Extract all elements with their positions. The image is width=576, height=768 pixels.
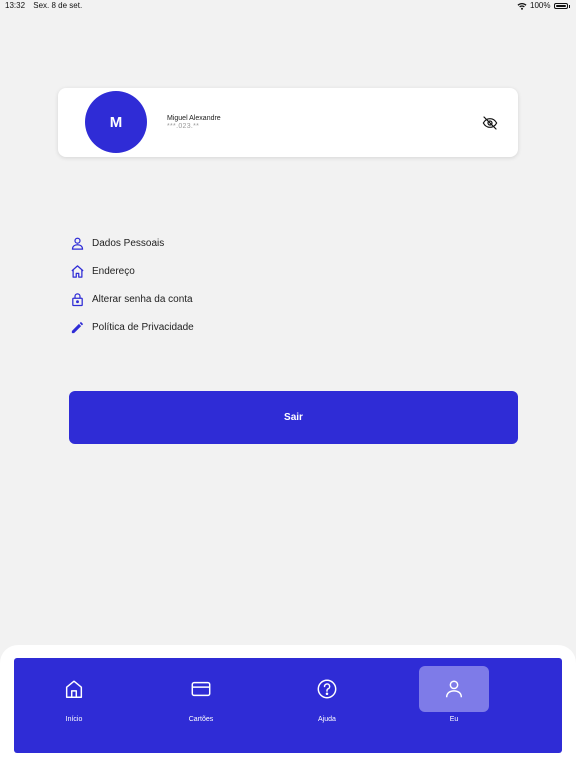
menu-label: Alterar senha da conta: [92, 293, 193, 305]
pencil-icon: [71, 321, 84, 333]
tab-label: Ajuda: [318, 716, 336, 723]
home-icon: [65, 680, 83, 698]
menu-item-endereco[interactable]: Endereço: [70, 264, 270, 278]
battery-percent: 100%: [530, 1, 551, 10]
tab-label: Eu: [449, 716, 459, 723]
menu-label: Endereço: [92, 265, 135, 277]
home-icon: [71, 264, 84, 278]
lock-icon: [72, 292, 83, 306]
status-right: 100%: [517, 0, 570, 12]
menu-label: Política de Privacidade: [92, 321, 194, 333]
card-icon: [191, 681, 211, 697]
tab-bar: Início Cartões Ajuda Eu: [14, 658, 562, 753]
menu-item-dados-pessoais[interactable]: Dados Pessoais: [70, 236, 270, 250]
wifi-icon: [517, 2, 527, 10]
avatar: M: [85, 91, 147, 153]
status-left: 13:32 Sex. 8 de set.: [5, 0, 82, 12]
tab-inicio[interactable]: [39, 666, 109, 712]
battery-icon: [553, 3, 568, 9]
menu-item-politica-privacidade[interactable]: Política de Privacidade: [70, 320, 270, 334]
status-bar: 13:32 Sex. 8 de set. 100%: [0, 0, 576, 12]
profile-document: ***.023.**: [167, 123, 200, 130]
eye-off-icon[interactable]: [482, 115, 498, 131]
status-time: 13:32: [5, 1, 26, 10]
profile-name: Miguel Alexandre: [167, 115, 221, 122]
help-icon: [317, 679, 337, 699]
person-icon: [71, 237, 84, 250]
status-date: Sex. 8 de set.: [33, 1, 83, 10]
menu-label: Dados Pessoais: [92, 237, 165, 249]
logout-button[interactable]: Sair: [69, 391, 518, 444]
tab-label: Cartões: [188, 716, 214, 723]
profile-card: M Miguel Alexandre ***.023.**: [58, 88, 518, 157]
tab-ajuda[interactable]: [292, 666, 362, 712]
tab-cartoes[interactable]: [166, 666, 236, 712]
user-icon: [445, 680, 463, 698]
battery-tip: [568, 4, 570, 8]
menu-item-alterar-senha[interactable]: Alterar senha da conta: [70, 292, 270, 306]
tab-eu[interactable]: [419, 666, 489, 712]
tab-label: Início: [65, 716, 83, 723]
